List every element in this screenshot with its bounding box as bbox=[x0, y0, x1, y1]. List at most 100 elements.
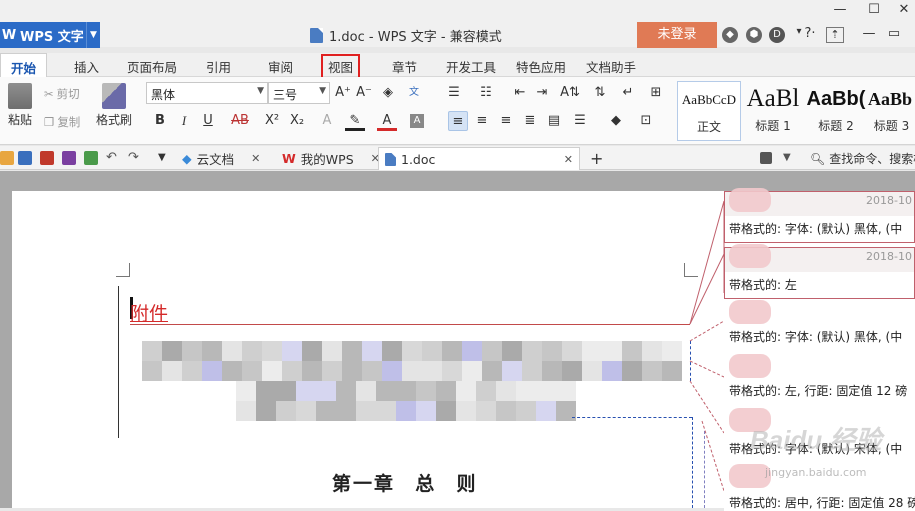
clear-format-icon[interactable]: ◈ bbox=[378, 83, 398, 103]
style-heading-3[interactable]: AaBb 标题 3 bbox=[868, 81, 915, 141]
cut-button[interactable]: ✂ 剪切 bbox=[44, 86, 80, 102]
app-menu-button[interactable]: W WPS 文字 ▼ bbox=[0, 22, 100, 48]
increase-indent-icon[interactable]: ⇥ bbox=[532, 83, 552, 103]
tab-insert[interactable]: 插入 bbox=[74, 57, 99, 76]
bold-icon[interactable]: B bbox=[150, 111, 170, 131]
strikethrough-icon[interactable]: AB bbox=[226, 111, 254, 131]
feedback-icon[interactable]: D bbox=[769, 27, 785, 43]
close-icon[interactable]: ✕ bbox=[892, 2, 915, 20]
copy-button[interactable]: ❐ 复制 bbox=[44, 114, 80, 130]
distributed-icon[interactable]: ▤ bbox=[544, 111, 564, 131]
screen-icon[interactable] bbox=[760, 152, 772, 164]
undo-icon[interactable]: ↶ bbox=[106, 151, 120, 165]
tab-doc-assistant[interactable]: 文档助手 bbox=[586, 57, 636, 76]
upload-icon[interactable]: ⇡ bbox=[826, 27, 844, 43]
minimize-icon[interactable]: — bbox=[828, 2, 852, 20]
grow-font-icon[interactable]: A⁺ bbox=[333, 83, 353, 103]
close-icon[interactable]: ✕ bbox=[251, 152, 260, 165]
collapse-icon[interactable]: ▼ bbox=[783, 151, 797, 165]
tab-view[interactable]: 视图 bbox=[320, 54, 361, 79]
watermark-url: jingyan.baidu.com bbox=[765, 466, 867, 479]
style-heading-2[interactable]: AaBb( 标题 2 bbox=[806, 81, 866, 141]
comment-balloon[interactable]: 2018-10 带格式的: 字体: (默认) 黑体, (中 bbox=[724, 188, 915, 243]
settings-icon[interactable]: ⬢ bbox=[746, 27, 762, 43]
style-normal[interactable]: AaBbCcD 正文 bbox=[677, 81, 741, 141]
close-icon[interactable]: ✕ bbox=[564, 153, 573, 166]
char-shading-icon[interactable]: A bbox=[410, 114, 424, 128]
print-preview-icon[interactable] bbox=[84, 151, 98, 165]
subscript-icon[interactable]: X₂ bbox=[287, 111, 307, 131]
ribbon-minimize-icon[interactable]: — bbox=[859, 26, 879, 44]
font-size-select[interactable]: 三号 ▼ bbox=[268, 82, 330, 104]
mosaic-cell bbox=[502, 361, 522, 381]
comment-text: 带格式的: 字体: (默认) 黑体, (中 bbox=[729, 330, 903, 344]
chevron-down-icon[interactable]: ▼ bbox=[158, 151, 172, 165]
mosaic-cell bbox=[556, 381, 576, 401]
doc-tab-my-wps[interactable]: W 我的WPS ✕ bbox=[276, 147, 386, 170]
attachment-heading[interactable]: 附件 bbox=[130, 299, 168, 326]
underline-icon[interactable]: U bbox=[198, 111, 218, 131]
mosaic-cell bbox=[462, 341, 482, 361]
tab-home[interactable]: 开始 bbox=[0, 53, 48, 77]
save-icon[interactable] bbox=[18, 151, 32, 165]
decrease-indent-icon[interactable]: ⇤ bbox=[510, 83, 530, 103]
cloud-icon: ◆ bbox=[182, 151, 192, 166]
mosaic-cell bbox=[642, 341, 662, 361]
login-button[interactable]: 未登录 bbox=[637, 22, 717, 48]
italic-icon[interactable]: I bbox=[174, 111, 194, 131]
chevron-down-icon[interactable]: ▼ bbox=[86, 22, 100, 48]
tab-chapter[interactable]: 章节 bbox=[392, 57, 417, 76]
comment-balloon[interactable]: 带格式的: 字体: (默认) 黑体, (中 bbox=[724, 300, 915, 353]
highlight-icon[interactable]: ✎ bbox=[345, 111, 365, 131]
doc-tab-cloud[interactable]: ◆ 云文档 ✕ bbox=[176, 147, 266, 170]
redo-icon[interactable]: ↷ bbox=[128, 151, 142, 165]
comment-balloon[interactable]: 2018-10 带格式的: 左 bbox=[724, 244, 915, 299]
paste-button[interactable]: 粘贴 bbox=[2, 83, 38, 128]
tab-special[interactable]: 特色应用 bbox=[516, 57, 566, 76]
shading-icon[interactable]: ◆ bbox=[606, 111, 626, 131]
table-border-icon[interactable]: ⊞ bbox=[646, 83, 666, 103]
tab-page-layout[interactable]: 页面布局 bbox=[127, 57, 177, 76]
font-size-value: 三号 bbox=[273, 88, 298, 102]
doc-tab-current[interactable]: 1.doc ✕ bbox=[378, 147, 580, 170]
font-name-select[interactable]: 黑体 ▼ bbox=[146, 82, 268, 104]
line-spacing-icon[interactable]: ☰ bbox=[570, 111, 590, 131]
export-pdf-icon[interactable] bbox=[40, 151, 54, 165]
restore-icon[interactable]: ▭ bbox=[884, 26, 904, 44]
open-icon[interactable] bbox=[0, 151, 14, 165]
shrink-font-icon[interactable]: A⁻ bbox=[354, 83, 374, 103]
align-right-icon[interactable]: ≡ bbox=[496, 111, 516, 131]
style-heading-1[interactable]: AaBl 标题 1 bbox=[742, 81, 804, 141]
help-icon[interactable]: ?· bbox=[800, 26, 820, 44]
borders-icon[interactable]: ⊡ bbox=[636, 111, 656, 131]
superscript-icon[interactable]: X² bbox=[262, 111, 282, 131]
text-effect-icon[interactable]: A bbox=[317, 111, 337, 131]
justify-icon[interactable]: ≣ bbox=[520, 111, 540, 131]
tab-developer[interactable]: 开发工具 bbox=[446, 57, 496, 76]
command-search[interactable]: 🔍︎ 查找命令、搜索模 bbox=[810, 150, 915, 167]
chinese-layout-icon[interactable]: A⇅ bbox=[560, 83, 580, 103]
bullet-list-icon[interactable]: ☰ bbox=[444, 83, 464, 103]
mosaic-cell bbox=[276, 401, 296, 421]
format-painter-button[interactable]: 格式刷 bbox=[94, 83, 134, 128]
print-icon[interactable] bbox=[62, 151, 76, 165]
comment-balloon[interactable]: 带格式的: 左, 行距: 固定值 12 磅 bbox=[724, 354, 915, 407]
style-label: 正文 bbox=[696, 120, 721, 134]
title-bar: — ☐ ✕ W WPS 文字 ▼ 1.doc - WPS 文字 - 兼容模式 未… bbox=[0, 0, 915, 48]
align-center-icon[interactable]: ≡ bbox=[472, 111, 492, 131]
watermark-logo: Baidu 经验 bbox=[750, 425, 882, 455]
show-marks-icon[interactable]: ↵ bbox=[618, 83, 638, 103]
sort-icon[interactable]: ⇅ bbox=[590, 83, 610, 103]
align-left-icon[interactable]: ≡ bbox=[448, 111, 468, 131]
chapter-heading[interactable]: 第一章 总 则 bbox=[332, 469, 478, 496]
maximize-icon[interactable]: ☐ bbox=[862, 2, 886, 20]
tab-references[interactable]: 引用 bbox=[206, 57, 231, 76]
font-color-icon[interactable]: A bbox=[377, 111, 397, 131]
numbered-list-icon[interactable]: ☷ bbox=[476, 83, 496, 103]
tab-review[interactable]: 审阅 bbox=[268, 57, 293, 76]
new-tab-icon[interactable]: + bbox=[584, 147, 609, 170]
document-canvas[interactable]: 附件 第一章 总 则 2018-10 带格式的: 字体: (默认) 黑体, (中 bbox=[0, 171, 915, 511]
skin-icon[interactable]: ◆ bbox=[722, 27, 738, 43]
mosaic-cell bbox=[342, 361, 362, 381]
phonetic-guide-icon[interactable]: 文 bbox=[404, 83, 424, 103]
